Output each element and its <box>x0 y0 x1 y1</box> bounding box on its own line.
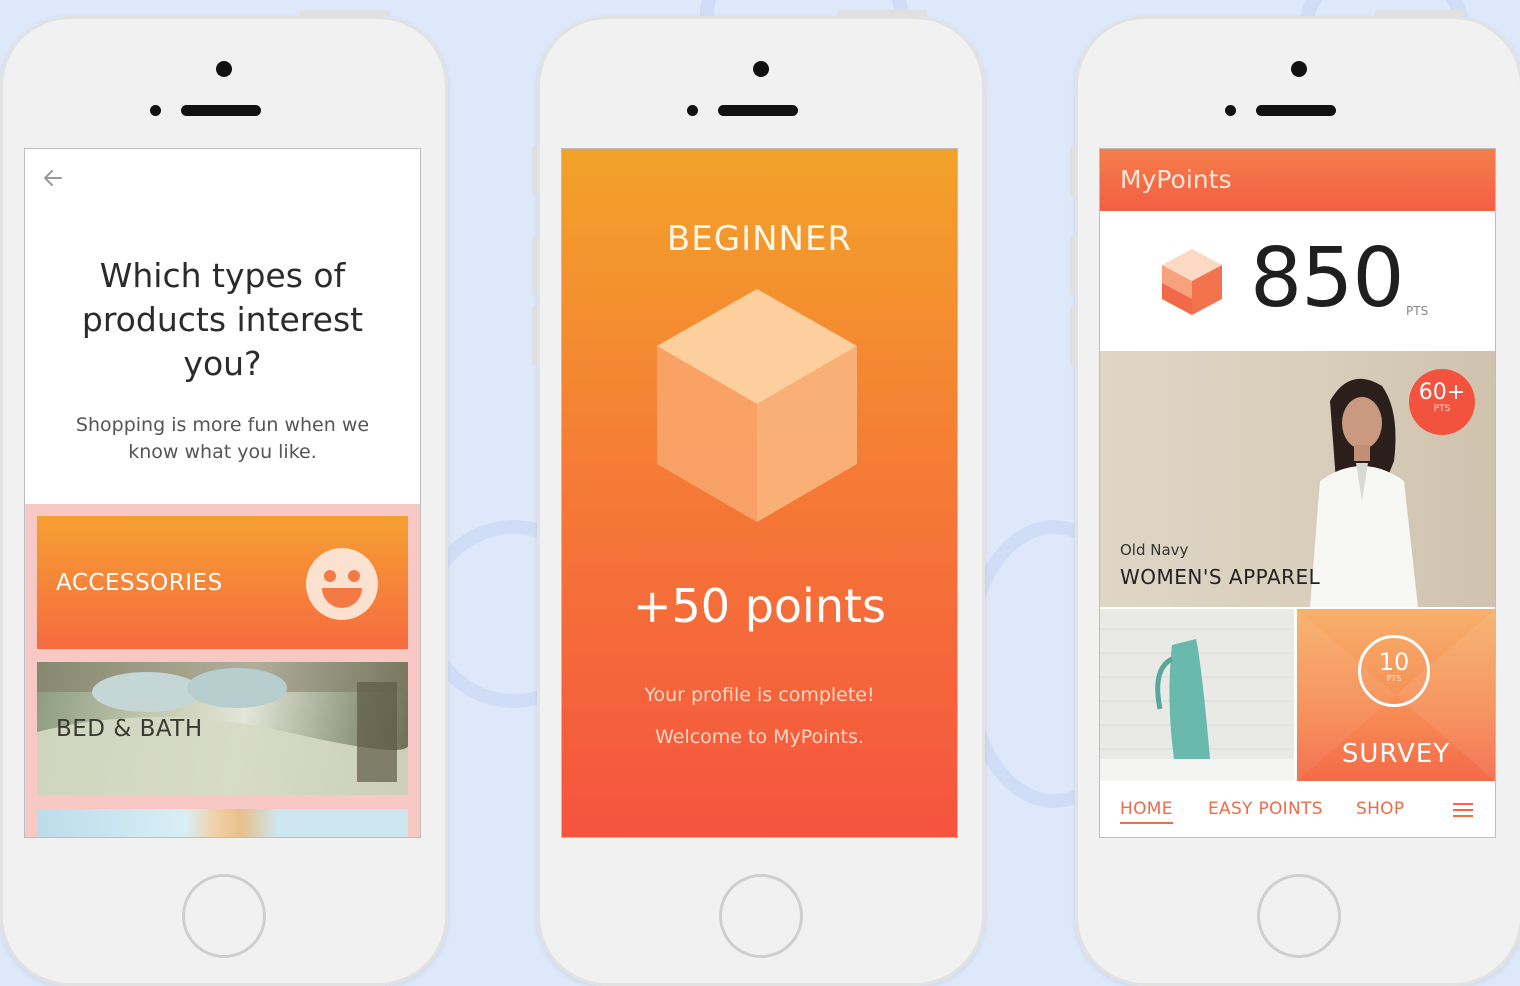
level-title: BEGINNER <box>666 219 853 259</box>
front-camera <box>1291 61 1307 77</box>
points-earned: +50 points <box>633 579 886 633</box>
survey-points-badge: 10 PTS <box>1358 635 1430 707</box>
sensor-dot <box>150 105 161 116</box>
featured-offer-card[interactable]: 60+ PTS Old Navy WOMEN'S APPAREL <box>1100 351 1495 607</box>
front-camera <box>753 61 769 77</box>
arrow-left-icon[interactable] <box>39 163 69 193</box>
category-bed-bath[interactable]: BED & BATH <box>37 662 408 795</box>
category-list: ACCESSORIES BED & BATH <box>25 504 420 837</box>
earpiece-speaker <box>1256 105 1336 116</box>
survey-points-unit: PTS <box>1386 674 1402 683</box>
category-label: BED & BATH <box>56 715 203 742</box>
front-camera <box>216 61 232 77</box>
profile-complete-screen: BEGINNER +50 points Your profile is comp… <box>561 148 958 838</box>
phone-frame-1: Which types of products interest you? Sh… <box>0 10 448 986</box>
home-button[interactable] <box>719 874 803 958</box>
points-unit: PTS <box>1406 304 1429 318</box>
survey-points-value: 10 <box>1378 648 1410 676</box>
earpiece-speaker <box>718 105 798 116</box>
nav-shop[interactable]: SHOP <box>1356 799 1404 819</box>
offer-points-value: 60+ <box>1418 380 1466 405</box>
category-label: ACCESSORIES <box>56 569 223 596</box>
nav-easy-points[interactable]: EASY POINTS <box>1208 799 1323 819</box>
cube-icon <box>657 289 857 522</box>
interests-screen: Which types of products interest you? Sh… <box>24 148 421 838</box>
sensor-dot <box>1225 105 1236 116</box>
earpiece-speaker <box>181 105 261 116</box>
nav-home[interactable]: HOME <box>1120 799 1173 824</box>
bottom-navigation: HOME EASY POINTS SHOP <box>1100 781 1495 837</box>
offer-brand: Old Navy <box>1120 541 1189 559</box>
survey-label: SURVEY <box>1341 739 1451 769</box>
smiley-face-icon <box>306 548 378 620</box>
offer-title: WOMEN'S APPAREL <box>1120 565 1321 589</box>
pitcher-offer-tile[interactable] <box>1100 609 1294 781</box>
survey-tile[interactable]: 10 PTS SURVEY <box>1297 609 1495 781</box>
hamburger-menu-icon[interactable] <box>1453 803 1473 821</box>
points-balance: 850 <box>1250 231 1405 326</box>
category-accessories[interactable]: ACCESSORIES <box>37 516 408 649</box>
app-title: MyPoints <box>1120 165 1232 194</box>
profile-complete-message: Your profile is complete! <box>644 684 875 706</box>
phone-frame-3: MyPoints 850 PTS 60+ PTS Old Navy WOMEN'… <box>1070 10 1520 986</box>
phone-frame-2: BEGINNER +50 points Your profile is comp… <box>532 10 985 986</box>
welcome-message: Welcome to MyPoints. <box>655 726 864 748</box>
dashboard-screen: MyPoints 850 PTS 60+ PTS Old Navy WOMEN'… <box>1099 148 1496 838</box>
home-button[interactable] <box>182 874 266 958</box>
interests-subtitle: Shopping is more fun when we know what y… <box>75 414 370 463</box>
offer-points-badge: 60+ PTS <box>1409 369 1475 435</box>
sensor-dot <box>687 105 698 116</box>
points-summary: 850 PTS <box>1100 211 1495 351</box>
cube-icon <box>1162 249 1222 315</box>
category-next-partial[interactable] <box>37 809 408 837</box>
pitcher-photo <box>1100 628 1294 781</box>
offer-points-unit: PTS <box>1433 404 1451 414</box>
interests-question: Which types of products interest you? <box>81 256 364 383</box>
app-header: MyPoints <box>1100 149 1495 211</box>
home-button[interactable] <box>1257 874 1341 958</box>
